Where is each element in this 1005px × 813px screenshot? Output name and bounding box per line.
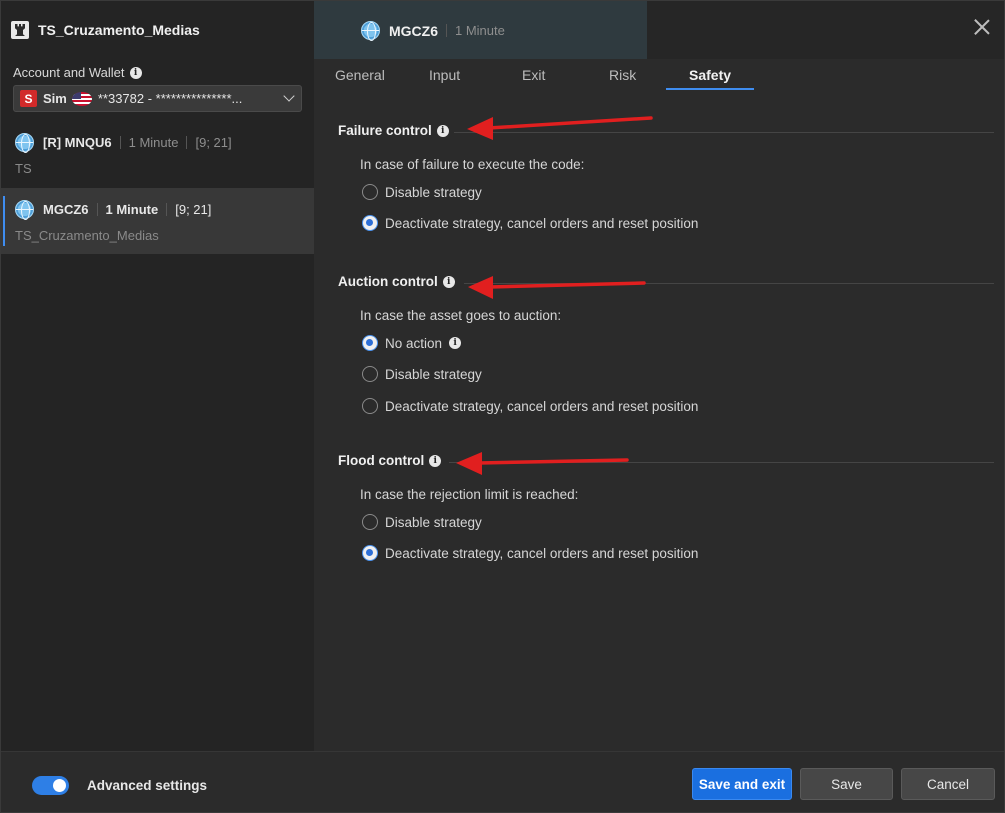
tab-risk[interactable]: Risk xyxy=(609,67,636,83)
strategy-timeframe: 1 Minute xyxy=(105,202,159,217)
failure-option-deactivate[interactable]: Deactivate strategy, cancel orders and r… xyxy=(362,215,698,231)
account-label: Account and Wallet xyxy=(13,65,125,80)
radio-button[interactable] xyxy=(362,514,378,530)
radio-label: Disable strategy xyxy=(385,366,482,382)
tab-safety[interactable]: Safety xyxy=(689,67,731,83)
tab-input[interactable]: Input xyxy=(429,67,460,83)
flood-option-disable[interactable]: Disable strategy xyxy=(362,514,482,530)
settings-tabs: General Input Exit Risk Safety xyxy=(314,59,1004,91)
failure-control-title: Failure control i xyxy=(338,123,449,138)
flood-control-desc: In case the rejection limit is reached: xyxy=(360,487,579,502)
strategy-item[interactable]: [R] MNQU6 1 Minute [9; 21] TS xyxy=(1,121,314,187)
sidebar: TS_Cruzamento_Medias Account and Wallet … xyxy=(1,1,314,751)
strategy-name: TS_Cruzamento_Medias xyxy=(15,228,159,243)
advanced-settings-label: Advanced settings xyxy=(87,778,208,793)
globe-icon xyxy=(15,200,34,220)
section-title-text: Flood control xyxy=(338,453,425,468)
save-and-exit-button[interactable]: Save and exit xyxy=(692,768,792,800)
radio-button[interactable] xyxy=(362,366,378,382)
radio-label: Deactivate strategy, cancel orders and r… xyxy=(385,215,699,231)
tab-general[interactable]: General xyxy=(335,67,385,83)
info-icon[interactable]: i xyxy=(436,124,449,137)
auction-option-no-action[interactable]: No action i xyxy=(362,335,462,351)
globe-icon xyxy=(15,133,34,153)
flood-control-title: Flood control i xyxy=(338,453,442,468)
account-number: **33782 - ***************... xyxy=(97,91,243,106)
section-title-text: Auction control xyxy=(338,274,438,289)
account-label-row: Account and Wallet i xyxy=(13,65,142,80)
radio-button[interactable] xyxy=(362,184,378,200)
us-flag-icon xyxy=(71,91,92,106)
close-icon[interactable] xyxy=(974,19,990,35)
info-icon[interactable]: i xyxy=(429,454,442,467)
radio-label: Deactivate strategy, cancel orders and r… xyxy=(385,398,699,414)
section-title-text: Failure control xyxy=(338,123,432,138)
failure-option-disable[interactable]: Disable strategy xyxy=(362,184,482,200)
radio-button-checked[interactable] xyxy=(362,335,378,351)
auction-option-disable[interactable]: Disable strategy xyxy=(362,366,482,382)
advanced-settings-toggle[interactable] xyxy=(32,776,69,795)
tab-exit[interactable]: Exit xyxy=(522,67,545,83)
header-strategy-tab: MGCZ6 1 Minute xyxy=(314,1,647,59)
strategy-item-selected[interactable]: MGCZ6 1 Minute [9; 21] TS_Cruzamento_Med… xyxy=(1,188,314,254)
separator xyxy=(119,136,121,149)
failure-control-desc: In case of failure to execute the code: xyxy=(360,157,585,172)
radio-label: Disable strategy xyxy=(385,184,482,200)
radio-button[interactable] xyxy=(362,398,378,414)
app-title: TS_Cruzamento_Medias xyxy=(38,22,200,38)
info-icon[interactable]: i xyxy=(442,275,455,288)
selection-indicator xyxy=(3,196,5,246)
strategy-settings-window: TS_Cruzamento_Medias Account and Wallet … xyxy=(0,0,1005,813)
header-timeframe: 1 Minute xyxy=(455,23,505,38)
chevron-down-icon xyxy=(283,90,295,102)
active-tab-underline xyxy=(666,88,754,90)
account-select[interactable]: S Sim **33782 - ***************... xyxy=(13,85,302,112)
strategy-symbol: [R] MNQU6 xyxy=(43,135,112,150)
radio-label: No action xyxy=(385,335,443,351)
settings-panel: General Input Exit Risk Safety Failure c… xyxy=(314,59,1004,751)
sim-badge: S xyxy=(20,90,37,107)
radio-label: Disable strategy xyxy=(385,514,482,530)
strategy-timeframe: 1 Minute xyxy=(128,135,179,150)
dialog-header: MGCZ6 1 Minute xyxy=(314,1,1004,59)
auction-option-deactivate[interactable]: Deactivate strategy, cancel orders and r… xyxy=(362,398,698,414)
strategy-params: [9; 21] xyxy=(175,202,212,217)
dialog-footer: Advanced settings Save and exit Save Can… xyxy=(1,751,1004,812)
tower-icon xyxy=(11,21,29,39)
auction-control-title: Auction control i xyxy=(338,274,455,289)
radio-button-checked[interactable] xyxy=(362,545,378,561)
strategy-name: TS xyxy=(15,161,32,176)
info-icon[interactable]: i xyxy=(449,337,462,349)
info-icon[interactable]: i xyxy=(129,66,142,79)
section-divider xyxy=(454,132,994,133)
save-button[interactable]: Save xyxy=(800,768,893,800)
auction-control-desc: In case the asset goes to auction: xyxy=(360,308,562,323)
app-title-bar: TS_Cruzamento_Medias xyxy=(1,1,314,59)
radio-label: Deactivate strategy, cancel orders and r… xyxy=(385,545,699,561)
globe-icon xyxy=(361,21,380,41)
separator xyxy=(96,203,98,216)
strategy-params: [9; 21] xyxy=(195,135,232,150)
separator xyxy=(166,203,168,216)
header-symbol: MGCZ6 xyxy=(389,22,438,39)
section-divider xyxy=(449,462,994,463)
cancel-button[interactable]: Cancel xyxy=(901,768,995,800)
section-divider xyxy=(464,283,994,284)
radio-button-checked[interactable] xyxy=(362,215,378,231)
separator xyxy=(186,136,188,149)
account-mode: Sim xyxy=(43,91,67,106)
flood-option-deactivate[interactable]: Deactivate strategy, cancel orders and r… xyxy=(362,545,698,561)
separator xyxy=(446,24,447,37)
strategy-symbol: MGCZ6 xyxy=(43,202,89,217)
